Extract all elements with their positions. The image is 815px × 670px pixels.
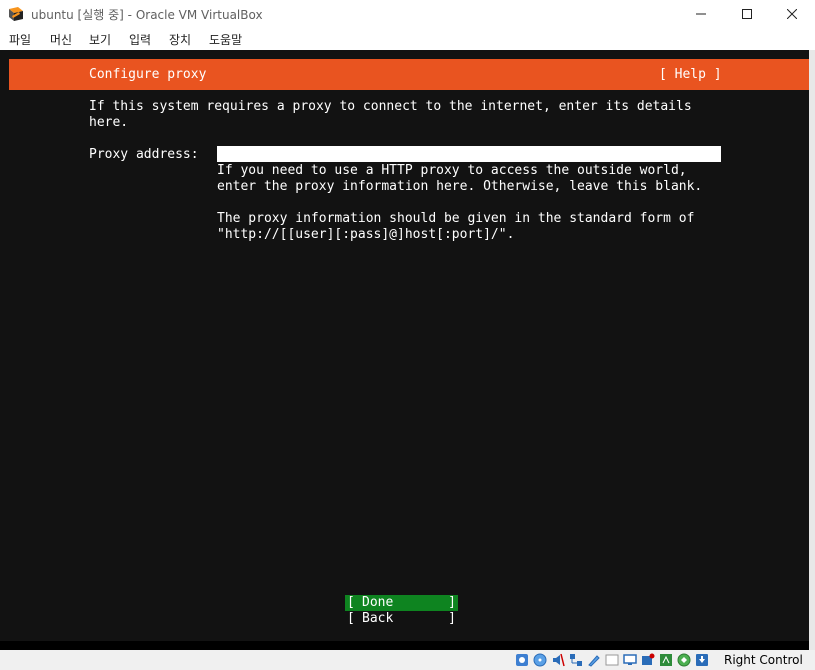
network-icon[interactable]	[568, 652, 584, 668]
shared-folders-icon[interactable]	[604, 652, 620, 668]
title-bar: ubuntu [실행 중] - Oracle VM VirtualBox	[0, 0, 815, 28]
mouse-integration-icon[interactable]	[658, 652, 674, 668]
intro-text: If this system requires a proxy to conne…	[89, 99, 692, 131]
vm-screen[interactable]: Configure proxy [ Help ] If this system …	[0, 50, 809, 650]
proxy-address-label: Proxy address:	[89, 147, 199, 162]
screen-bottom-band	[0, 641, 809, 650]
help-line-blank	[217, 195, 702, 211]
menu-view[interactable]: 보기	[89, 31, 111, 48]
intro-line: here.	[89, 115, 129, 130]
menu-help[interactable]: 도움말	[209, 31, 242, 48]
done-label: Done	[362, 595, 394, 610]
menu-bar: 파일 머신 보기 입력 장치 도움말	[0, 28, 815, 50]
menu-machine[interactable]: 머신	[50, 31, 72, 48]
close-icon	[787, 9, 797, 19]
back-button[interactable]: [ Back ]	[345, 611, 458, 627]
menu-input[interactable]: 입력	[129, 31, 151, 48]
maximize-button[interactable]	[724, 0, 770, 28]
hard-disk-icon[interactable]	[514, 652, 530, 668]
done-button[interactable]: [ Done ]	[345, 595, 458, 611]
display-icon[interactable]	[622, 652, 638, 668]
intro-line: If this system requires a proxy to conne…	[89, 99, 692, 114]
maximize-icon	[742, 9, 752, 19]
bracket-close: ]	[448, 595, 456, 610]
video-capture-icon[interactable]	[640, 652, 656, 668]
help-line: "http://[[user][:pass]@]host[:port]/".	[217, 227, 515, 242]
help-line: enter the proxy information here. Otherw…	[217, 179, 703, 194]
minimize-icon	[696, 13, 706, 15]
bracket-open: [	[347, 611, 355, 626]
audio-icon[interactable]	[550, 652, 566, 668]
bracket-close: ]	[448, 611, 456, 626]
proxy-address-input[interactable]	[217, 146, 721, 162]
screen-edge	[809, 50, 815, 650]
device-tray	[514, 652, 710, 669]
installer-title: Configure proxy	[89, 67, 207, 82]
virtualbox-app-icon	[8, 6, 24, 22]
proxy-help-text: If you need to use a HTTP proxy to acces…	[217, 163, 702, 243]
host-key-icon[interactable]	[694, 652, 710, 668]
window-title: ubuntu [실행 중] - Oracle VM VirtualBox	[31, 8, 263, 22]
help-button[interactable]: [ Help ]	[659, 67, 722, 83]
back-label: Back	[362, 611, 394, 626]
close-button[interactable]	[769, 0, 815, 28]
status-bar: Right Control	[0, 650, 815, 670]
host-key-label: Right Control	[724, 653, 803, 667]
menu-file[interactable]: 파일	[9, 31, 31, 48]
help-line: If you need to use a HTTP proxy to acces…	[217, 163, 687, 178]
bracket-open: [	[347, 595, 355, 610]
menu-devices[interactable]: 장치	[169, 31, 191, 48]
optical-drive-icon[interactable]	[532, 652, 548, 668]
installer-header: Configure proxy [ Help ]	[9, 59, 809, 90]
help-line: The proxy information should be given in…	[217, 211, 695, 226]
keyboard-capture-icon[interactable]	[676, 652, 692, 668]
usb-icon[interactable]	[586, 652, 602, 668]
minimize-button[interactable]	[678, 0, 724, 28]
